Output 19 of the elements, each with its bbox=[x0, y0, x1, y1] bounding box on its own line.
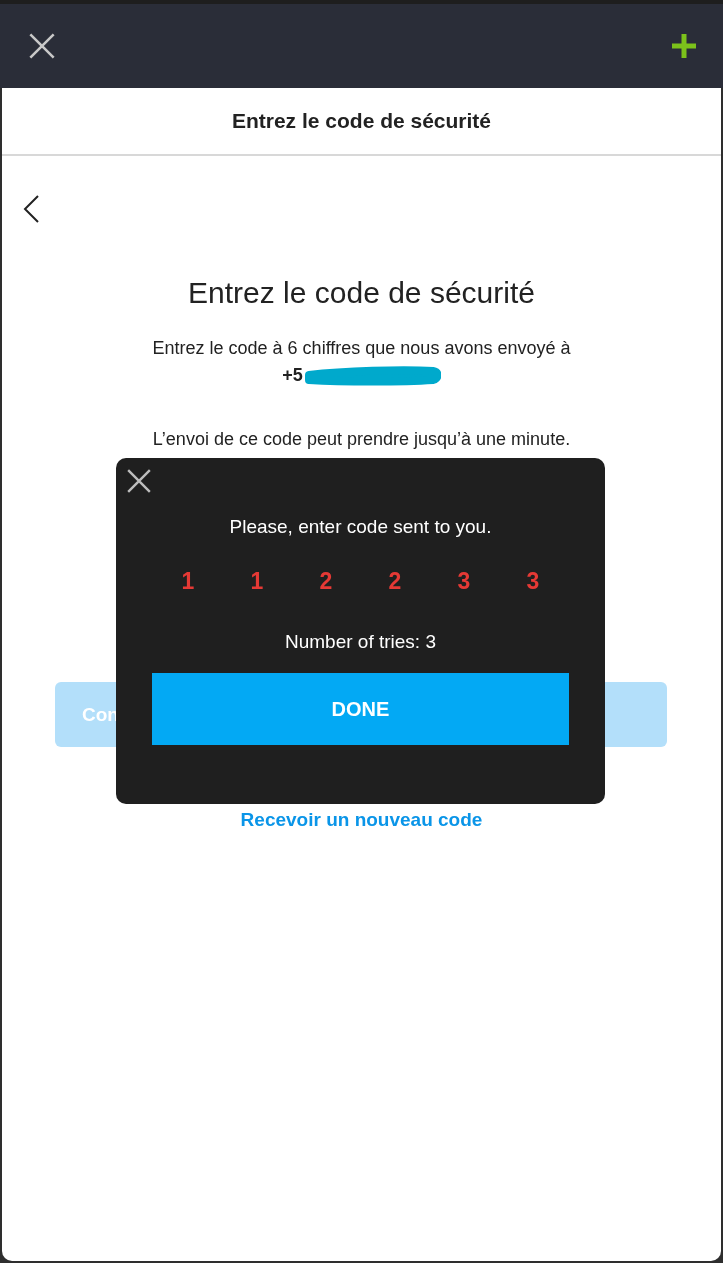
resend-code-link[interactable]: Recevoir un nouveau code bbox=[240, 809, 483, 831]
tries-count: Number of tries: 3 bbox=[285, 631, 436, 653]
close-icon[interactable] bbox=[126, 468, 152, 494]
dialog-message: Please, enter code sent to you. bbox=[229, 516, 492, 538]
code-digit: 2 bbox=[318, 568, 334, 595]
code-digit: 2 bbox=[387, 568, 403, 595]
phone-number: +5 bbox=[282, 364, 303, 386]
delay-note: L’envoi de ce code peut prendre jusqu’à une minute. bbox=[152, 429, 571, 450]
page-title: Entrez le code de sécurité bbox=[188, 276, 535, 310]
back-icon[interactable] bbox=[22, 194, 40, 224]
instruction-text: Entrez le code à 6 chiffres que nous avons envoyé à bbox=[152, 338, 571, 359]
code-digit: 3 bbox=[525, 568, 541, 595]
code-digit: 3 bbox=[456, 568, 472, 595]
close-icon[interactable] bbox=[28, 32, 56, 60]
code-digit: 1 bbox=[249, 568, 265, 595]
done-button[interactable]: DONE bbox=[152, 673, 569, 745]
header-title: Entrez le code de sécurité bbox=[231, 109, 492, 133]
plus-icon[interactable] bbox=[671, 33, 697, 59]
code-digit: 1 bbox=[180, 568, 196, 595]
